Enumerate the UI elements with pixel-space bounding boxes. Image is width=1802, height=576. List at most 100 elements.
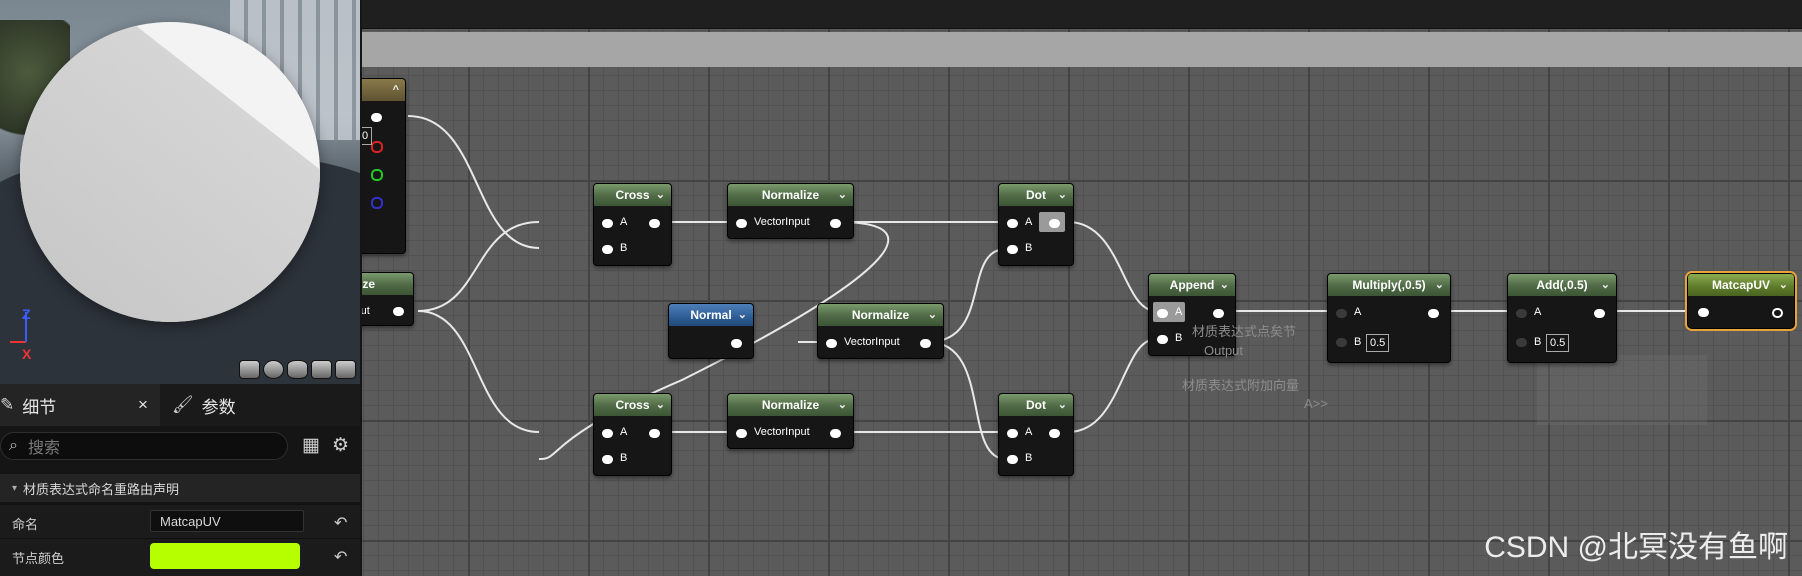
output-pin[interactable] (649, 219, 660, 228)
collapse-icon[interactable]: ^ (393, 79, 399, 101)
input-pin-a[interactable] (1007, 219, 1018, 228)
tab-parameters[interactable]: 🖌 参数 (172, 384, 236, 426)
close-icon[interactable]: × (138, 395, 148, 415)
reset-icon[interactable]: ↶ (334, 547, 347, 567)
name-field[interactable]: MatcapUV (150, 510, 304, 532)
chevron-down-icon[interactable]: ⌄ (1220, 274, 1229, 296)
input-pin-b[interactable] (1157, 335, 1168, 344)
search-input[interactable]: ⌕ 搜索 (0, 432, 288, 460)
output-pin[interactable] (920, 339, 931, 348)
output-pin-g[interactable] (371, 169, 383, 181)
chevron-down-icon[interactable]: ⌄ (928, 304, 937, 326)
output-pin[interactable] (1772, 308, 1783, 318)
input-pin[interactable] (736, 429, 747, 438)
pin-label: VectorInput (754, 426, 810, 438)
ghost-text: 材质表达式点矣节 (1192, 324, 1297, 339)
input-pin[interactable] (736, 219, 747, 228)
node-dot-1[interactable]: Dot ⌄ A B (998, 183, 1074, 266)
chevron-down-icon[interactable]: ⌄ (1435, 274, 1444, 296)
output-pin[interactable] (731, 339, 742, 348)
output-pin[interactable] (1049, 219, 1060, 228)
output-pin-b[interactable] (371, 197, 383, 209)
wire (927, 341, 1007, 460)
input-pin-a[interactable] (602, 429, 613, 438)
input-pin-a[interactable] (602, 219, 613, 228)
chevron-down-icon[interactable]: ⌄ (1601, 274, 1610, 296)
output-pin-r[interactable] (371, 141, 383, 153)
pin-label: A (1025, 216, 1033, 228)
pin-label: B (620, 242, 628, 254)
tab-details[interactable]: ✎ 细节 × (0, 384, 160, 426)
wire (1067, 221, 1157, 312)
value-box[interactable]: 0.5 (1546, 334, 1570, 352)
node-header: Normal ⌄ (669, 304, 753, 326)
node-add[interactable]: Add(,0.5) ⌄ A B 0.5 (1507, 273, 1617, 363)
node-multiply[interactable]: Multiply(,0.5) ⌄ A B 0.5 (1327, 273, 1451, 363)
node-normalize-3[interactable]: Normalize ⌄ VectorInput (727, 393, 854, 449)
chevron-down-icon[interactable]: ⌄ (656, 394, 665, 416)
cube-icon[interactable] (311, 360, 332, 379)
input-pin[interactable] (1698, 308, 1709, 317)
watermark: CSDN @北冥没有鱼啊 (1484, 531, 1788, 564)
input-pin-b[interactable] (602, 455, 613, 464)
chevron-down-icon[interactable]: ⌄ (838, 394, 847, 416)
output-pin[interactable] (830, 429, 841, 438)
node-cross-1[interactable]: Cross ⌄ A B (593, 183, 672, 266)
pin-label: VectorInput (754, 216, 810, 228)
node-color-swatch[interactable] (150, 543, 300, 569)
pin-label: A (1175, 306, 1183, 318)
output-pin[interactable] (1428, 309, 1439, 318)
input-pin-b[interactable] (1516, 338, 1527, 347)
node-header: MatcapUV ⌄ (1688, 274, 1794, 296)
plane-icon[interactable] (287, 360, 308, 379)
input-pin-b[interactable] (1007, 245, 1018, 254)
material-preview-viewport[interactable]: Z X (0, 0, 360, 384)
table-view-icon[interactable]: ▦ (302, 434, 320, 457)
node-normalize-2[interactable]: Normalize ⌄ VectorInput (817, 303, 944, 359)
node-component-mask[interactable]: ^ .0 (362, 78, 406, 254)
chevron-down-icon[interactable]: ⌄ (1058, 184, 1067, 206)
node-title: Normal (690, 308, 732, 322)
output-pin[interactable] (1049, 429, 1060, 438)
output-pin[interactable] (830, 219, 841, 228)
input-pin[interactable] (826, 339, 837, 348)
axis-gizmo-icon (10, 312, 27, 343)
value-box[interactable]: .0 (362, 127, 373, 145)
output-pin[interactable] (1594, 309, 1605, 318)
input-pin-a[interactable] (1516, 309, 1527, 318)
chevron-down-icon[interactable]: ⌄ (1779, 274, 1788, 296)
brush-icon: 🖌 (172, 395, 194, 414)
chevron-down-icon[interactable]: ⌄ (1058, 394, 1067, 416)
node-normalize-1[interactable]: Normalize ⌄ VectorInput (727, 183, 854, 239)
category-header[interactable]: ▾ 材质表达式命名重路由声明 (0, 474, 360, 502)
output-pin[interactable] (649, 429, 660, 438)
value-box[interactable]: 0.5 (1366, 334, 1390, 352)
search-icon: ⌕ (9, 437, 18, 454)
input-pin-b[interactable] (1336, 338, 1347, 347)
node-dot-2[interactable]: Dot ⌄ A B (998, 393, 1074, 476)
ghost-text: Output (1204, 343, 1244, 358)
output-pin[interactable] (393, 307, 404, 316)
input-pin-b[interactable] (1007, 455, 1018, 464)
input-pin-b[interactable] (602, 245, 613, 254)
node-matcap-uv[interactable]: MatcapUV ⌄ (1687, 273, 1795, 329)
cylinder-icon[interactable] (239, 360, 260, 379)
sphere-icon[interactable] (263, 360, 284, 379)
reset-icon[interactable]: ↶ (334, 513, 347, 533)
node-cross-2[interactable]: Cross ⌄ A B (593, 393, 672, 476)
output-pin[interactable] (1213, 309, 1224, 318)
chevron-down-icon[interactable]: ⌄ (656, 184, 665, 206)
node-title: Normalize (851, 308, 910, 322)
chevron-down-icon[interactable]: ⌄ (738, 304, 747, 326)
input-pin-a[interactable] (1336, 309, 1347, 318)
node-normal[interactable]: Normal ⌄ (668, 303, 754, 359)
gear-icon[interactable]: ⚙ (332, 434, 349, 457)
input-pin-a[interactable] (1007, 429, 1018, 438)
teapot-icon[interactable] (335, 360, 356, 379)
output-pin-rgb[interactable] (371, 113, 382, 122)
material-graph-canvas[interactable]: ^ .0 ize ctorInput Cross ⌄ A B Cross ⌄ A B… (362, 0, 1802, 576)
node-transform-vector[interactable]: ize ctorInput (362, 272, 414, 326)
chevron-down-icon[interactable]: ⌄ (838, 184, 847, 206)
input-pin-a[interactable] (1157, 309, 1168, 318)
tab-details-label: 细节 (22, 397, 57, 417)
